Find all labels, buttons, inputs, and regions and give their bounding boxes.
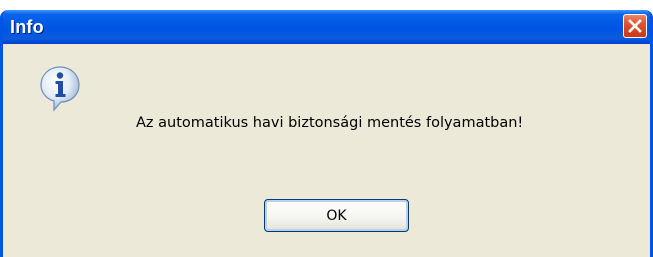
window-title: Info [10,17,44,37]
dialog-message: Az automatikus havi biztonsági mentés fo… [136,115,524,131]
close-button[interactable] [623,14,647,38]
info-icon [40,66,80,112]
title-bar[interactable]: Info [3,10,650,44]
dialog-body: Az automatikus havi biztonsági mentés fo… [3,44,650,257]
ok-button[interactable]: OK [264,199,409,232]
info-dialog-window: Info Az automatikus havi biztonsági ment… [0,10,653,257]
close-icon [628,19,642,33]
